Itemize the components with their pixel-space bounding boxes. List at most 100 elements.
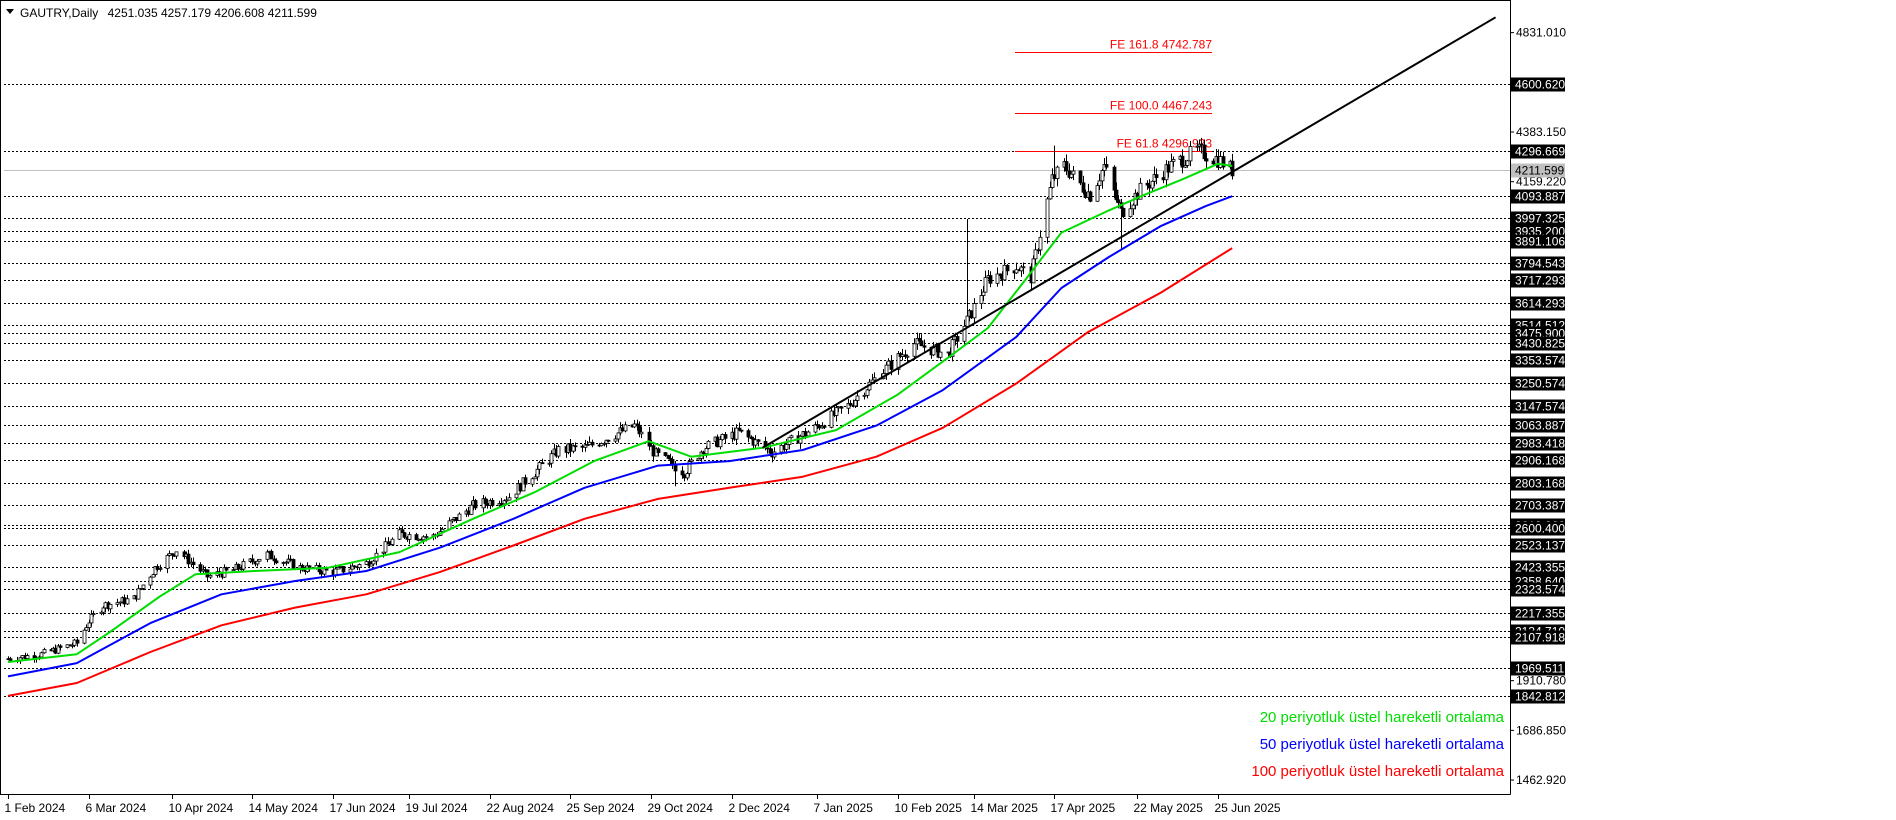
candle-body	[288, 558, 293, 561]
candle-body	[224, 567, 229, 571]
candle-body	[803, 431, 808, 437]
candle-body	[58, 645, 63, 648]
candle-body	[1185, 160, 1190, 166]
legend-item: 100 periyotluk üstel hareketli ortalama	[1251, 763, 1504, 780]
candle-body	[257, 558, 262, 562]
candle-body	[507, 497, 512, 501]
candle-body	[639, 431, 644, 435]
candle-body	[872, 377, 877, 381]
candle-body	[155, 566, 160, 570]
time-tick-label: 17 Jun 2024	[330, 801, 396, 815]
level-label: 3891.106	[1515, 235, 1565, 249]
candle-body	[718, 439, 723, 448]
candle-body	[981, 291, 986, 296]
candle-body	[1169, 160, 1174, 173]
price-tick-label: 1910.780	[1516, 674, 1566, 688]
level-label: 3430.825	[1515, 337, 1565, 351]
time-tick-label: 10 Feb 2025	[895, 801, 963, 815]
candle-body	[1104, 164, 1109, 168]
candle-body	[900, 354, 905, 357]
candle-body	[341, 566, 346, 573]
level-label: 3063.887	[1515, 419, 1565, 433]
price-tick-label: 4831.010	[1516, 26, 1566, 40]
candle-body	[148, 576, 153, 586]
fe-level-label: FE 161.8 4742.787	[1110, 38, 1212, 52]
candle-body	[1154, 174, 1159, 178]
candle-body	[82, 629, 87, 644]
candle-body	[338, 566, 343, 568]
candle-body	[580, 445, 585, 448]
candle-body	[174, 551, 179, 557]
candle-body	[656, 448, 661, 454]
legend-item: 50 periyotluk üstel hareketli ortalama	[1260, 736, 1505, 753]
level-label: 3250.574	[1515, 377, 1565, 391]
candle-body	[1014, 269, 1019, 274]
candle-body	[1211, 160, 1216, 165]
level-label: 4296.669	[1515, 145, 1565, 159]
candle-body	[136, 588, 141, 600]
time-tick-label: 25 Jun 2025	[1215, 801, 1281, 815]
candle-body	[549, 453, 554, 464]
candle-body	[274, 560, 279, 564]
level-lines	[4, 84, 1510, 697]
candle-body	[988, 275, 993, 284]
candle-body	[281, 562, 286, 564]
time-tick-label: 22 Aug 2024	[487, 801, 555, 815]
candle-body	[836, 406, 841, 409]
menu-triangle-icon[interactable]	[6, 9, 14, 14]
candle-body	[101, 607, 106, 613]
candle-body	[1218, 156, 1223, 168]
candle-body	[466, 510, 471, 515]
candle-body	[424, 536, 429, 538]
candle-body	[1081, 182, 1086, 193]
candle-body	[530, 478, 535, 485]
candle-body	[490, 499, 495, 506]
candle-body	[701, 451, 706, 455]
candle-body	[938, 351, 943, 358]
candle-body	[167, 553, 172, 556]
level-label: 2600.400	[1515, 522, 1565, 536]
candle-body	[853, 400, 858, 407]
candle-body	[1002, 264, 1007, 281]
candle-body	[103, 602, 108, 609]
candle-body	[1078, 170, 1083, 184]
candle-body	[514, 493, 519, 499]
candle-body	[739, 429, 744, 432]
time-tick-label: 14 May 2024	[249, 801, 319, 815]
candle-body	[1069, 173, 1074, 178]
candle-body	[53, 647, 58, 654]
candle-body	[291, 559, 296, 570]
candle-body	[485, 503, 490, 506]
level-label: 3614.293	[1515, 297, 1565, 311]
level-label: 3997.325	[1515, 212, 1565, 226]
candle-body	[469, 504, 474, 515]
candle-body	[39, 652, 44, 658]
time-axis: 1 Feb 2024 6 Mar 2024 10 Apr 2024 14 May 20…	[5, 794, 1281, 815]
candle-body	[89, 613, 94, 624]
candle-body	[1045, 198, 1050, 238]
candle-body	[457, 513, 462, 521]
ema100-line	[7, 247, 1233, 697]
candle-body	[115, 602, 120, 605]
candle-body	[822, 425, 827, 428]
candle-body	[1071, 170, 1076, 175]
candle-body	[1100, 170, 1105, 182]
candle-body	[122, 597, 127, 605]
level-label: 2703.387	[1515, 499, 1565, 513]
candle-body	[42, 649, 47, 654]
level-label: 3794.543	[1515, 257, 1565, 271]
candle-body	[390, 538, 395, 545]
candle-body	[352, 565, 357, 568]
level-label: 2523.137	[1515, 539, 1565, 553]
candle-body	[784, 444, 789, 450]
candle-body	[919, 340, 924, 347]
candle-body	[1088, 191, 1093, 202]
candle-body	[647, 431, 652, 447]
candle-body	[682, 474, 687, 479]
price-tick-label: 1686.850	[1516, 723, 1566, 737]
candle-body	[20, 655, 25, 659]
candle-body	[715, 436, 720, 448]
candle-body	[141, 584, 146, 589]
level-label: 1842.812	[1515, 690, 1565, 704]
candle-body	[540, 462, 545, 465]
